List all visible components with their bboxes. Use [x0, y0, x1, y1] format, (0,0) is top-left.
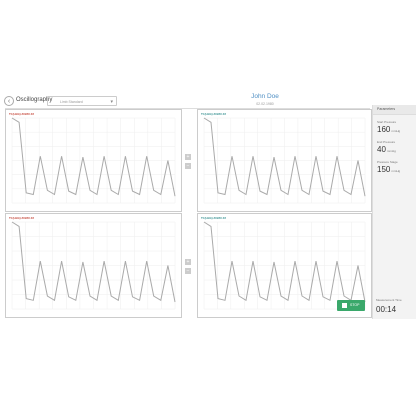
plus-icon: + [186, 259, 190, 265]
back-button[interactable]: ‹ [4, 96, 14, 106]
lead-label: TI (LEG) ##### ## [201, 216, 227, 220]
parameters-sidebar: Parameters Start Pressure 160mmHg End Pr… [372, 105, 416, 319]
chevron-down-icon: ▾ [110, 99, 113, 105]
start-pressure-label: Start Pressure [377, 120, 397, 124]
oscillogram-chart [203, 117, 366, 204]
oscillogram-chart [11, 221, 176, 310]
zoom-out-button[interactable]: − [185, 268, 191, 274]
zoom-in-button[interactable]: + [185, 259, 191, 265]
back-arrow-icon: ‹ [7, 98, 11, 105]
end-pressure-value: 40mmHg [377, 145, 396, 154]
stop-label: STOP [350, 303, 360, 307]
zoom-out-button[interactable]: − [185, 163, 191, 169]
pressure-stage-label: Pressure Stage [377, 160, 398, 164]
chart-panel-top-left: TI (LEG) ##### ## [5, 109, 182, 212]
lead-label: TI (LEG) ##### ## [9, 216, 35, 220]
chart-panel-bottom-left: TI (LEG) ##### ## [5, 213, 182, 318]
start-pressure-value: 160mmHg [377, 125, 401, 134]
plus-icon: + [186, 154, 190, 160]
mode-select-value: Limb Standard [60, 100, 83, 104]
end-pressure-label: End Pressure [377, 140, 396, 144]
oscillogram-chart [11, 117, 176, 204]
stop-icon [342, 303, 347, 308]
minus-icon: − [186, 163, 190, 169]
chart-panel-top-right: TI (LEG) ##### ## [197, 109, 372, 212]
sidebar-header: Parameters [373, 105, 416, 115]
mode-select[interactable]: Limb Standard ▾ [47, 96, 117, 106]
minus-icon: − [186, 268, 190, 274]
patient-dob: 02.02.1980 [256, 102, 274, 106]
pressure-stage-value: 150mmHg [377, 165, 401, 174]
lead-label: TI (LEG) ##### ## [9, 112, 35, 116]
zoom-in-button[interactable]: + [185, 154, 191, 160]
measurement-time-label: Measurement Time [376, 298, 402, 302]
stop-button[interactable]: STOP [337, 300, 365, 311]
patient-name: John Doe [251, 93, 279, 100]
lead-label: TI (LEG) ##### ## [201, 112, 227, 116]
measurement-time-value: 00:14 [376, 305, 397, 314]
